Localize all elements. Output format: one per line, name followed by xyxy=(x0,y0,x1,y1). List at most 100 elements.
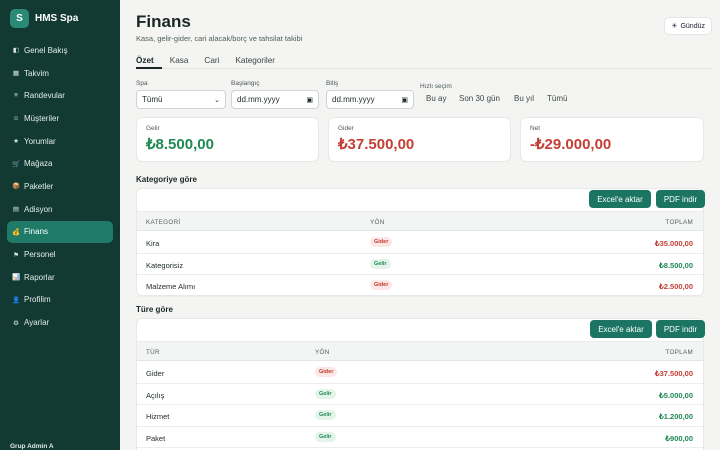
tab-kasa[interactable]: Kasa xyxy=(170,52,197,69)
quick-son-30-gun[interactable]: Son 30 gün xyxy=(459,94,500,103)
nav-icon: ★ xyxy=(13,138,19,146)
table-row: Kategorisiz Gelir ₺8.500,00 xyxy=(137,254,703,275)
sidebar-item-ayarlar[interactable]: ⚙ Ayarlar xyxy=(7,311,113,334)
spa-filter-label: Spa xyxy=(136,80,148,87)
row-name: Hizmet xyxy=(146,412,170,421)
category-section-title: Kategoriye göre xyxy=(136,175,197,184)
sidebar-item-finans[interactable]: 💰 Finans xyxy=(7,220,113,244)
nav-icon: ⚑ xyxy=(13,251,19,259)
sidebar-footer-user[interactable]: Grup Admin A xyxy=(10,443,54,450)
row-name: Gider xyxy=(146,369,165,378)
col-header-total: TOPLAM xyxy=(665,219,693,226)
chevron-down-icon: ⌄ xyxy=(214,96,220,104)
sidebar-item-mağaza[interactable]: 🛒 Mağaza xyxy=(7,152,113,175)
direction-badge: Gider xyxy=(370,237,393,247)
sidebar-item-adisyon[interactable]: ▤ Adisyon xyxy=(7,198,113,221)
sidebar-item-personel[interactable]: ⚑ Personel xyxy=(7,243,113,266)
nav-icon: ≡ xyxy=(14,92,18,100)
direction-badge: Gelir xyxy=(370,258,391,269)
sun-icon: ☀ xyxy=(671,23,678,30)
row-total: ₺37.500,00 xyxy=(654,369,693,378)
table-row: Hizmet Gelir ₺1.200,00 xyxy=(137,405,703,427)
table-header: TÜR YÖN TOPLAM xyxy=(137,341,703,361)
theme-toggle-button[interactable]: ☀ Gündüz xyxy=(664,17,712,35)
sidebar-item-label: Profilim xyxy=(24,295,51,305)
type-section-title: Türe göre xyxy=(136,305,173,314)
nav-icon: 🛒 xyxy=(12,160,21,168)
spa-select[interactable]: Tümü ⌄ xyxy=(136,90,226,109)
row-name: Kira xyxy=(146,239,160,248)
spa-select-value: Tümü xyxy=(142,95,163,104)
brand[interactable]: S HMS Spa xyxy=(10,9,78,28)
col-header-type: TÜR xyxy=(146,349,160,356)
row-total: ₺5.000,00 xyxy=(659,390,693,400)
sidebar-item-label: Mağaza xyxy=(24,159,53,169)
row-total: ₺900,00 xyxy=(665,433,693,443)
kpi-value: -₺29.000,00 xyxy=(530,136,612,153)
col-header-direction: YÖN xyxy=(370,219,385,226)
row-total: ₺8.500,00 xyxy=(659,260,693,270)
start-date-placeholder: dd.mm.yyyy xyxy=(237,95,280,104)
quick-select-label: Hızlı seçim xyxy=(420,83,452,90)
row-name: Malzeme Alımı xyxy=(146,282,196,291)
pdf-download-button[interactable]: PDF indir xyxy=(656,320,705,338)
theme-toggle-label: Gündüz xyxy=(680,22,705,30)
row-name: Paket xyxy=(146,433,166,443)
kpi-value: ₺8.500,00 xyxy=(146,136,214,153)
row-name: Açılış xyxy=(146,390,165,400)
tab-bar: Özet Kasa Cari Kategoriler xyxy=(136,52,712,69)
quick-bu-yil[interactable]: Bu yıl xyxy=(514,94,534,103)
end-date-input[interactable]: dd.mm.yyyy ▣ xyxy=(326,90,414,109)
nav-icon: 💰 xyxy=(12,228,21,236)
sidebar-item-genel-bakış[interactable]: ◧ Genel Bakış xyxy=(7,39,113,62)
sidebar-item-profilim[interactable]: 👤 Profilim xyxy=(7,289,113,312)
nav-icon: 📦 xyxy=(12,183,21,191)
brand-logo: S xyxy=(10,9,29,28)
sidebar-item-label: Müşteriler xyxy=(24,113,60,123)
quick-bu-ay[interactable]: Bu ay xyxy=(426,94,446,103)
sidebar-item-müşteriler[interactable]: ☺ Müşteriler xyxy=(7,107,113,130)
col-header-category: KATEGORİ xyxy=(146,219,181,226)
direction-badge: Gelir xyxy=(315,388,336,399)
sidebar-item-raporlar[interactable]: 📊 Raporlar xyxy=(7,266,113,289)
sidebar-item-yorumlar[interactable]: ★ Yorumlar xyxy=(7,130,113,153)
sidebar-item-label: Personel xyxy=(24,250,56,260)
filter-bar: Spa Tümü ⌄ Başlangıç dd.mm.yyyy ▣ Bitiş … xyxy=(136,80,716,110)
kpi-card-gider: Gider ₺37.500,00 xyxy=(328,117,511,162)
category-table-card: Excel'e aktar PDF indir KATEGORİ YÖN TOP… xyxy=(136,188,705,297)
page-title: Finans xyxy=(136,12,191,31)
excel-export-button[interactable]: Excel'e aktar xyxy=(589,190,651,208)
sidebar-item-takvim[interactable]: ▦ Takvim xyxy=(7,62,113,85)
excel-export-button[interactable]: Excel'e aktar xyxy=(590,320,652,338)
nav-icon: ◧ xyxy=(12,47,20,55)
row-name: Kategorisiz xyxy=(146,260,184,270)
direction-badge: Gider xyxy=(370,280,393,290)
nav-icon: ⚙ xyxy=(13,319,19,327)
sidebar-item-label: Adisyon xyxy=(24,204,53,214)
table-row: Gider Gider ₺37.500,00 xyxy=(137,362,703,384)
start-date-input[interactable]: dd.mm.yyyy ▣ xyxy=(231,90,319,109)
direction-badge: Gelir xyxy=(315,431,336,442)
kpi-value: ₺37.500,00 xyxy=(338,136,415,153)
sidebar-item-label: Takvim xyxy=(24,68,49,78)
nav-icon: 👤 xyxy=(12,296,21,304)
col-header-direction: YÖN xyxy=(315,349,330,356)
nav-icon: ▦ xyxy=(12,70,20,78)
nav-icon: 📊 xyxy=(12,274,21,282)
nav-icon: ▤ xyxy=(12,206,20,214)
sidebar-item-randevular[interactable]: ≡ Randevular xyxy=(7,84,113,107)
tab-ozet[interactable]: Özet xyxy=(136,52,162,69)
kpi-card-net: Net -₺29.000,00 xyxy=(520,117,704,162)
sidebar-item-label: Ayarlar xyxy=(24,318,50,328)
brand-name: HMS Spa xyxy=(35,13,79,24)
quick-tumu[interactable]: Tümü xyxy=(547,94,567,103)
kpi-label: Gider xyxy=(338,125,354,132)
sidebar-item-paketler[interactable]: 📦 Paketler xyxy=(7,175,113,198)
tab-kategoriler[interactable]: Kategoriler xyxy=(235,52,283,69)
sidebar-item-label: Yorumlar xyxy=(24,136,56,146)
sidebar-item-label: Genel Bakış xyxy=(24,45,68,55)
pdf-download-button[interactable]: PDF indir xyxy=(656,190,705,208)
table-header: KATEGORİ YÖN TOPLAM xyxy=(137,211,703,231)
tab-cari[interactable]: Cari xyxy=(204,52,227,69)
main-content: Finans Kasa, gelir-gider, cari alacak/bo… xyxy=(120,0,720,450)
